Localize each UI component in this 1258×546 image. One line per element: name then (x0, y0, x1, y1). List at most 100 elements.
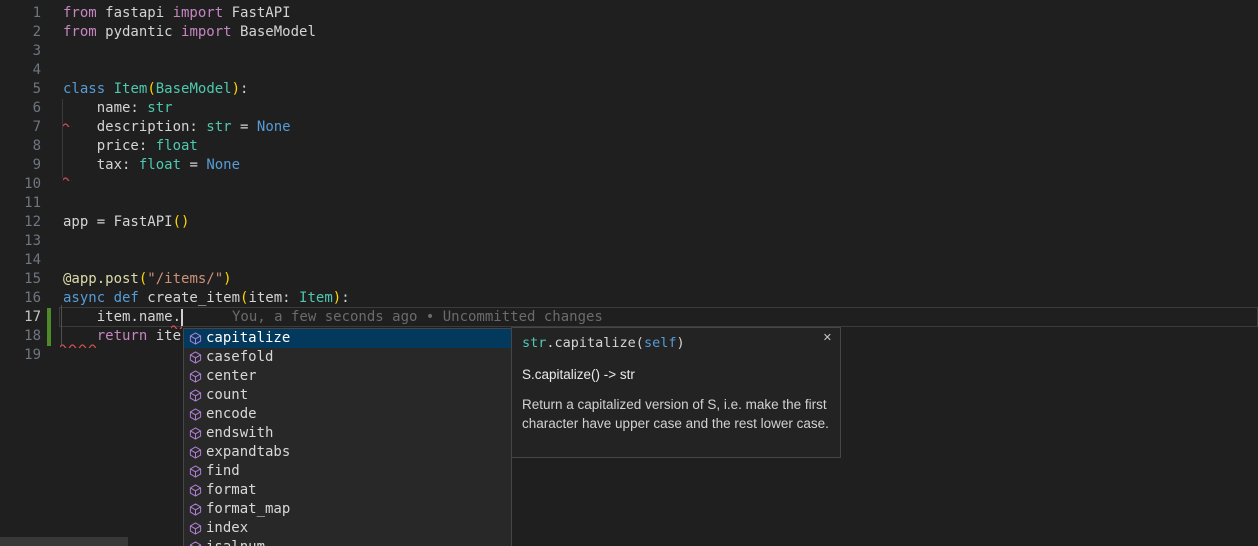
line-number[interactable]: 16 (0, 289, 41, 308)
suggest-item-label: format (206, 481, 257, 500)
line-number[interactable]: 19 (0, 346, 41, 365)
doc-body: Return a capitalized version of S, i.e. … (522, 396, 830, 433)
suggest-item[interactable]: format_map (184, 500, 511, 519)
line-number[interactable]: 15 (0, 270, 41, 289)
code-text[interactable] (41, 232, 63, 251)
code-line: 2from pydantic import BaseModel (0, 23, 1258, 42)
blame-annotation: You, a few seconds ago • Uncommitted cha… (232, 308, 603, 327)
code-line: 7 description: str = None (0, 118, 1258, 137)
code-line: 9 tax: float = None (0, 156, 1258, 175)
suggest-item-label: casefold (206, 348, 273, 367)
suggest-item[interactable]: endswith (184, 424, 511, 443)
code-line: 11 (0, 194, 1258, 213)
suggest-item[interactable]: expandtabs (184, 443, 511, 462)
method-icon (187, 426, 203, 442)
method-icon (187, 445, 203, 461)
code-text[interactable]: from fastapi import FastAPI (41, 4, 291, 23)
suggest-item[interactable]: find (184, 462, 511, 481)
line-number[interactable]: 8 (0, 137, 41, 156)
code-line: 16async def create_item(item: Item): (0, 289, 1258, 308)
code-line: 6 name: str (0, 99, 1258, 118)
method-icon (187, 540, 203, 546)
code-text[interactable] (41, 251, 63, 270)
code-text[interactable] (41, 61, 63, 80)
code-area[interactable]: 1from fastapi import FastAPI2from pydant… (0, 4, 1258, 365)
error-squiggle (63, 176, 72, 181)
code-text[interactable] (41, 42, 63, 61)
line-number[interactable]: 6 (0, 99, 41, 118)
code-text[interactable]: async def create_item(item: Item): (41, 289, 350, 308)
suggest-item[interactable]: isalnum (184, 538, 511, 546)
code-line: 13 (0, 232, 1258, 251)
line-number[interactable]: 3 (0, 42, 41, 61)
code-line: 3 (0, 42, 1258, 61)
error-squiggle (171, 324, 182, 329)
code-text[interactable] (41, 346, 63, 365)
line-number[interactable]: 7 (0, 118, 41, 137)
method-icon (187, 388, 203, 404)
code-text[interactable]: from pydantic import BaseModel (41, 23, 316, 42)
code-line: 1from fastapi import FastAPI (0, 4, 1258, 23)
doc-signature: str.capitalize(self) (522, 334, 830, 352)
code-line: 8 price: float (0, 137, 1258, 156)
code-text[interactable]: app = FastAPI() (41, 213, 189, 232)
line-number[interactable]: 5 (0, 80, 41, 99)
method-icon (187, 407, 203, 423)
line-number[interactable]: 13 (0, 232, 41, 251)
method-icon (187, 483, 203, 499)
code-text[interactable]: price: float (41, 137, 198, 156)
line-number[interactable]: 2 (0, 23, 41, 42)
code-line: 15@app.post("/items/") (0, 270, 1258, 289)
suggest-item[interactable]: casefold (184, 348, 511, 367)
code-line: 17 item.name. (0, 308, 1258, 327)
horizontal-scrollbar-thumb[interactable] (0, 537, 128, 546)
suggest-item-label: count (206, 386, 248, 405)
line-number[interactable]: 17 (0, 308, 41, 327)
method-icon (187, 331, 203, 347)
error-squiggle (63, 122, 72, 127)
line-number[interactable]: 4 (0, 61, 41, 80)
line-number[interactable]: 10 (0, 175, 41, 194)
code-line: 14 (0, 251, 1258, 270)
line-number[interactable]: 1 (0, 4, 41, 23)
method-icon (187, 350, 203, 366)
code-text[interactable] (41, 194, 63, 213)
line-number[interactable]: 9 (0, 156, 41, 175)
suggest-item-label: encode (206, 405, 257, 424)
suggest-item[interactable]: count (184, 386, 511, 405)
line-number[interactable]: 12 (0, 213, 41, 232)
code-text[interactable]: description: str = None (41, 118, 291, 137)
line-number[interactable]: 11 (0, 194, 41, 213)
suggest-item-label: expandtabs (206, 443, 290, 462)
code-editor: 1from fastapi import FastAPI2from pydant… (0, 0, 1258, 546)
doc-summary: S.capitalize() -> str (522, 367, 830, 382)
code-line: 5class Item(BaseModel): (0, 80, 1258, 99)
suggest-doc-panel: str.capitalize(self) ✕ S.capitalize() ->… (511, 327, 841, 458)
code-text[interactable]: tax: float = None (41, 156, 240, 175)
suggest-item-label: endswith (206, 424, 273, 443)
code-text[interactable]: @app.post("/items/") (41, 270, 232, 289)
suggest-item-label: center (206, 367, 257, 386)
suggest-item[interactable]: index (184, 519, 511, 538)
code-text[interactable]: item.name. (41, 308, 181, 327)
line-number[interactable]: 18 (0, 327, 41, 346)
method-icon (187, 521, 203, 537)
close-icon[interactable]: ✕ (823, 333, 832, 344)
code-text[interactable] (41, 175, 63, 194)
suggest-item[interactable]: center (184, 367, 511, 386)
code-text[interactable]: class Item(BaseModel): (41, 80, 248, 99)
suggest-item[interactable]: encode (184, 405, 511, 424)
error-squiggle (60, 343, 96, 348)
suggest-item[interactable]: format (184, 481, 511, 500)
suggest-item-label: find (206, 462, 240, 481)
suggest-item[interactable]: capitalize (184, 329, 511, 348)
suggest-item-label: isalnum (206, 538, 265, 546)
code-text[interactable]: name: str (41, 99, 173, 118)
line-number[interactable]: 14 (0, 251, 41, 270)
method-icon (187, 502, 203, 518)
code-line: 12app = FastAPI() (0, 213, 1258, 232)
suggest-item-label: capitalize (206, 329, 290, 348)
suggest-widget: capitalizecasefoldcentercountencodeendsw… (183, 328, 512, 546)
method-icon (187, 369, 203, 385)
suggest-item-label: format_map (206, 500, 290, 519)
